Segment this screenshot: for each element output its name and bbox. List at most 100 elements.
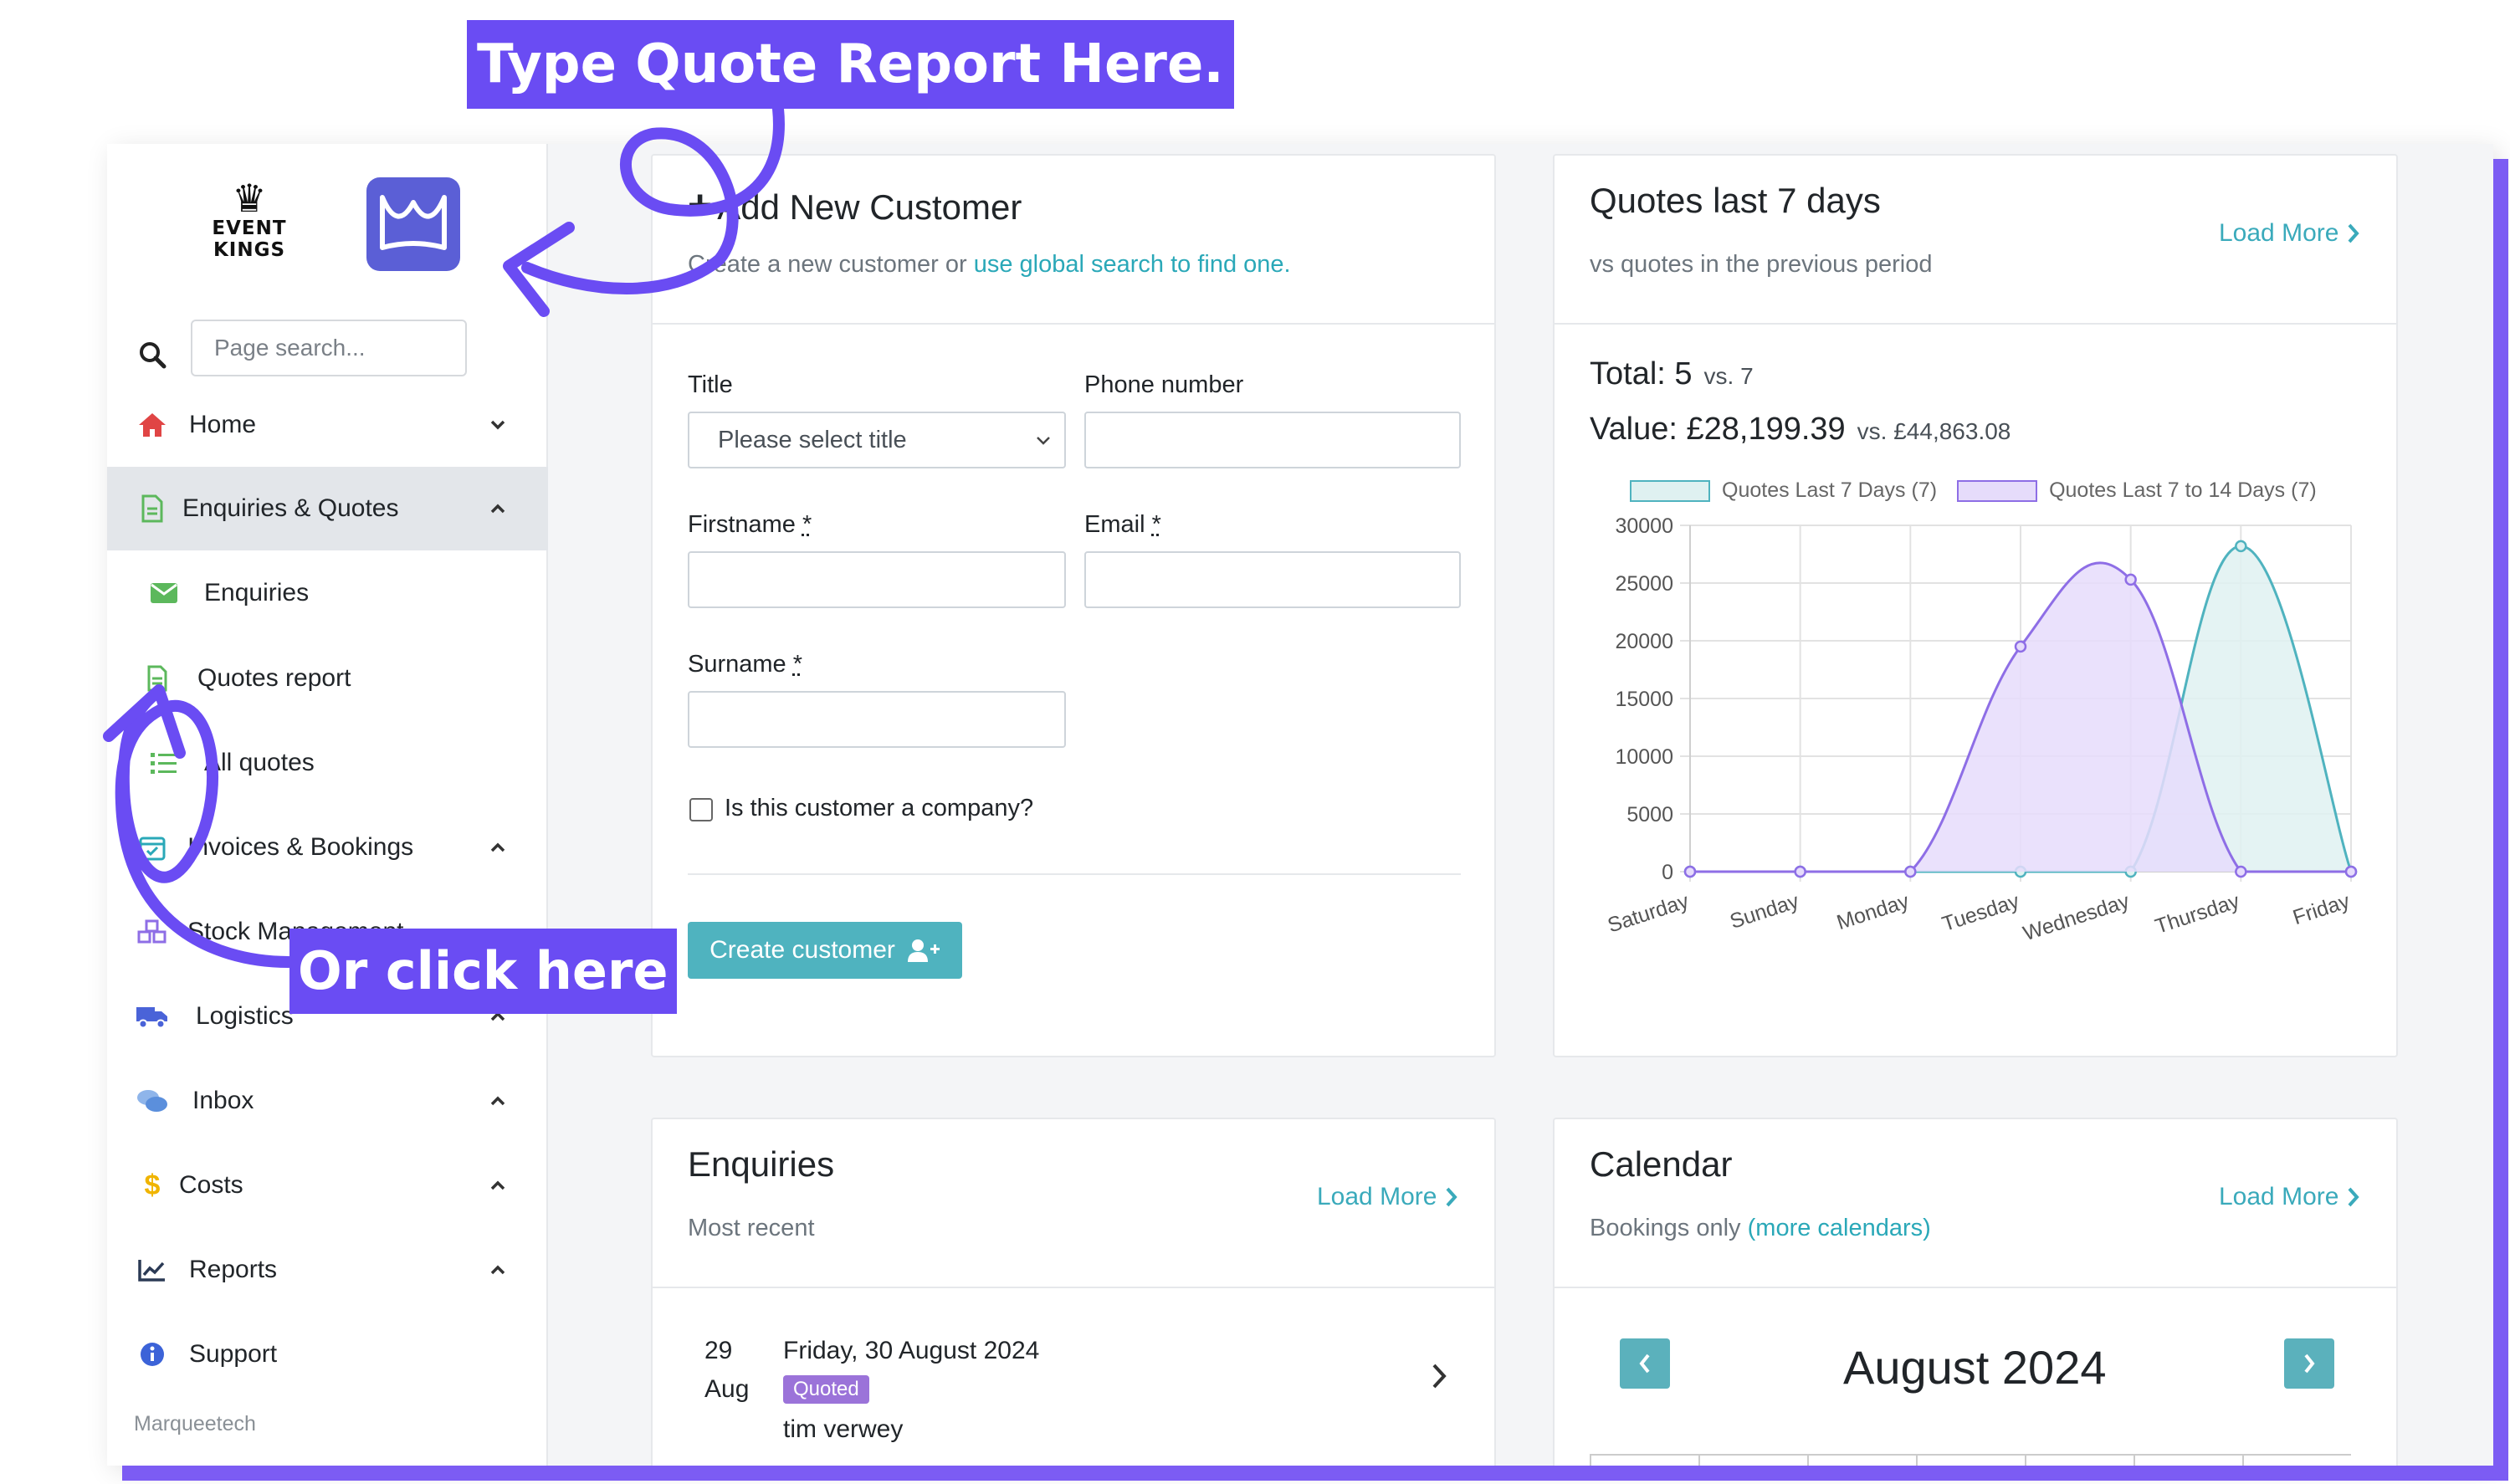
data-point: [2235, 865, 2247, 878]
weekday-label: Mon: [1590, 1456, 1698, 1466]
weekday-label: Sun: [2242, 1456, 2351, 1466]
sidebar-item-reports[interactable]: Reports: [107, 1228, 548, 1312]
chevron-up-icon[interactable]: [485, 496, 510, 521]
chevron-up-icon[interactable]: [485, 1088, 510, 1113]
y-tick-label: 25000: [1615, 572, 1673, 596]
subtitle-text: Create a new customer or: [688, 251, 974, 278]
chevron-down-icon[interactable]: [485, 412, 510, 438]
firstname-label-text: Firstname: [688, 511, 796, 538]
load-more-label: Load More: [2219, 1183, 2339, 1210]
surname-input[interactable]: [688, 691, 1066, 748]
weekday-label: Sat: [2134, 1456, 2242, 1466]
load-more-label: Load More: [2219, 219, 2339, 247]
x-tick-label: Tuesday: [1939, 889, 2022, 936]
value-stat: Value: £28,199.39 vs. £44,863.08: [1590, 412, 2011, 448]
x-tick-label: Thursday: [2152, 889, 2242, 939]
title-select[interactable]: Please select title: [688, 412, 1066, 468]
more-calendars-link[interactable]: (more calendars): [1748, 1215, 1931, 1241]
marquee-tent-icon: [380, 195, 447, 250]
y-tick-label: 5000: [1626, 803, 1673, 826]
plus-icon: +: [688, 182, 713, 228]
chevron-up-icon[interactable]: [485, 1257, 510, 1282]
weekday-label: Fri: [2025, 1456, 2134, 1466]
data-point: [1794, 865, 1806, 878]
card-subtitle: Most recent: [688, 1215, 815, 1241]
chevron-right-icon: [2304, 1354, 2315, 1374]
global-search-link[interactable]: use global search to find one.: [974, 251, 1291, 278]
chevron-right-icon: [2348, 223, 2360, 243]
sidebar-item-label: Invoices & Bookings: [187, 833, 414, 861]
calendar-next-button[interactable]: [2284, 1338, 2334, 1389]
phone-input[interactable]: [1084, 412, 1461, 468]
envelope-icon: [144, 573, 184, 613]
company-checkbox-label: Is this customer a company?: [725, 795, 1034, 821]
status-badge: Quoted: [783, 1375, 869, 1404]
calendar-month: August 2024: [1843, 1341, 2107, 1394]
company-checkbox[interactable]: [689, 798, 713, 821]
chevron-up-icon[interactable]: [485, 835, 510, 860]
x-tick-label: Sunday: [1727, 889, 1802, 934]
enquiries-card: Enquiries Most recent Load More 29 Aug F…: [651, 1118, 1496, 1466]
legend-swatch-previous: [1957, 479, 2038, 502]
sidebar-item-label: Enquiries: [204, 579, 310, 606]
email-label: Email *: [1084, 511, 1161, 539]
email-input[interactable]: [1084, 551, 1461, 608]
y-tick-label: 20000: [1615, 630, 1673, 653]
card-subtitle: Create a new customer or use global sear…: [688, 251, 1291, 279]
card-title: Quotes last 7 days: [1590, 181, 1881, 220]
calendar-check-icon: [132, 827, 172, 867]
calendar-prev-button[interactable]: [1620, 1338, 1670, 1389]
firstname-input[interactable]: [688, 551, 1066, 608]
sidebar-item-enquiries-quotes[interactable]: Enquiries & Quotes: [107, 467, 548, 550]
sidebar-item-label: Quotes report: [197, 664, 351, 692]
sidebar-item-quotes-report[interactable]: Quotes report: [107, 637, 548, 720]
chevron-up-icon[interactable]: [485, 1173, 510, 1198]
total-stat: Total: 5 vs. 7: [1590, 356, 1754, 392]
home-icon: [132, 405, 172, 445]
sidebar-item-home[interactable]: Home: [107, 383, 548, 467]
y-tick-label: 10000: [1615, 745, 1673, 769]
x-tick-label: Wednesday: [2021, 889, 2133, 945]
y-tick-label: 15000: [1615, 688, 1673, 711]
click-here-callout: Or click here: [289, 929, 677, 1014]
load-more-link[interactable]: Load More: [2219, 219, 2360, 248]
weekday-label: Thu: [1916, 1456, 2025, 1466]
enquiry-date: Friday, 30 August 2024: [783, 1337, 1040, 1364]
marqueetech-logo[interactable]: [366, 177, 460, 271]
surname-label-text: Surname: [688, 651, 786, 678]
x-tick-label: Monday: [1834, 889, 1913, 934]
sidebar-item-all-quotes[interactable]: All quotes: [107, 721, 548, 805]
data-point: [2124, 573, 2137, 586]
load-more-link[interactable]: Load More: [1317, 1183, 1458, 1211]
sidebar-item-inbox[interactable]: Inbox: [107, 1059, 548, 1143]
event-kings-logo[interactable]: ♛ EVENT KINGS: [187, 179, 312, 271]
sidebar-item-enquiries[interactable]: Enquiries: [107, 551, 548, 635]
load-more-link[interactable]: Load More: [2219, 1183, 2360, 1211]
chevron-down-icon: [1037, 437, 1050, 445]
chart-line-icon: [132, 1250, 172, 1290]
sidebar-item-invoices-bookings[interactable]: Invoices & Bookings: [107, 806, 548, 889]
sidebar-item-support[interactable]: Support: [107, 1313, 548, 1396]
sidebar-item-costs[interactable]: $ Costs: [107, 1144, 548, 1227]
chevron-right-icon[interactable]: [1431, 1362, 1449, 1390]
chat-icon: [132, 1081, 172, 1121]
enquiry-row[interactable]: 29 Aug Friday, 30 August 2024 Quoted tim…: [653, 1312, 1494, 1466]
data-point: [1904, 865, 1917, 878]
app-window: ♛ EVENT KINGS Home: [107, 144, 2493, 1466]
page-search-input[interactable]: [191, 320, 467, 376]
sidebar-item-label: Logistics: [196, 1002, 294, 1030]
sidebar-item-label: Inbox: [192, 1087, 254, 1114]
document-icon: [137, 658, 177, 699]
card-title: Calendar: [1590, 1144, 1733, 1184]
data-point: [2014, 640, 2027, 653]
firstname-label: Firstname *: [688, 511, 812, 539]
type-quote-report-callout: Type Quote Report Here.: [467, 20, 1234, 109]
list-icon: [144, 743, 184, 783]
x-tick-label: Friday: [2290, 889, 2353, 929]
card-header: Enquiries Most recent Load More: [653, 1119, 1494, 1288]
add-customer-card: + Add New Customer Create a new customer …: [651, 154, 1496, 1057]
sidebar-item-label: Enquiries & Quotes: [182, 494, 399, 522]
create-customer-button[interactable]: Create customer: [688, 922, 962, 979]
form-divider: [688, 873, 1461, 875]
document-icon: [132, 489, 172, 529]
